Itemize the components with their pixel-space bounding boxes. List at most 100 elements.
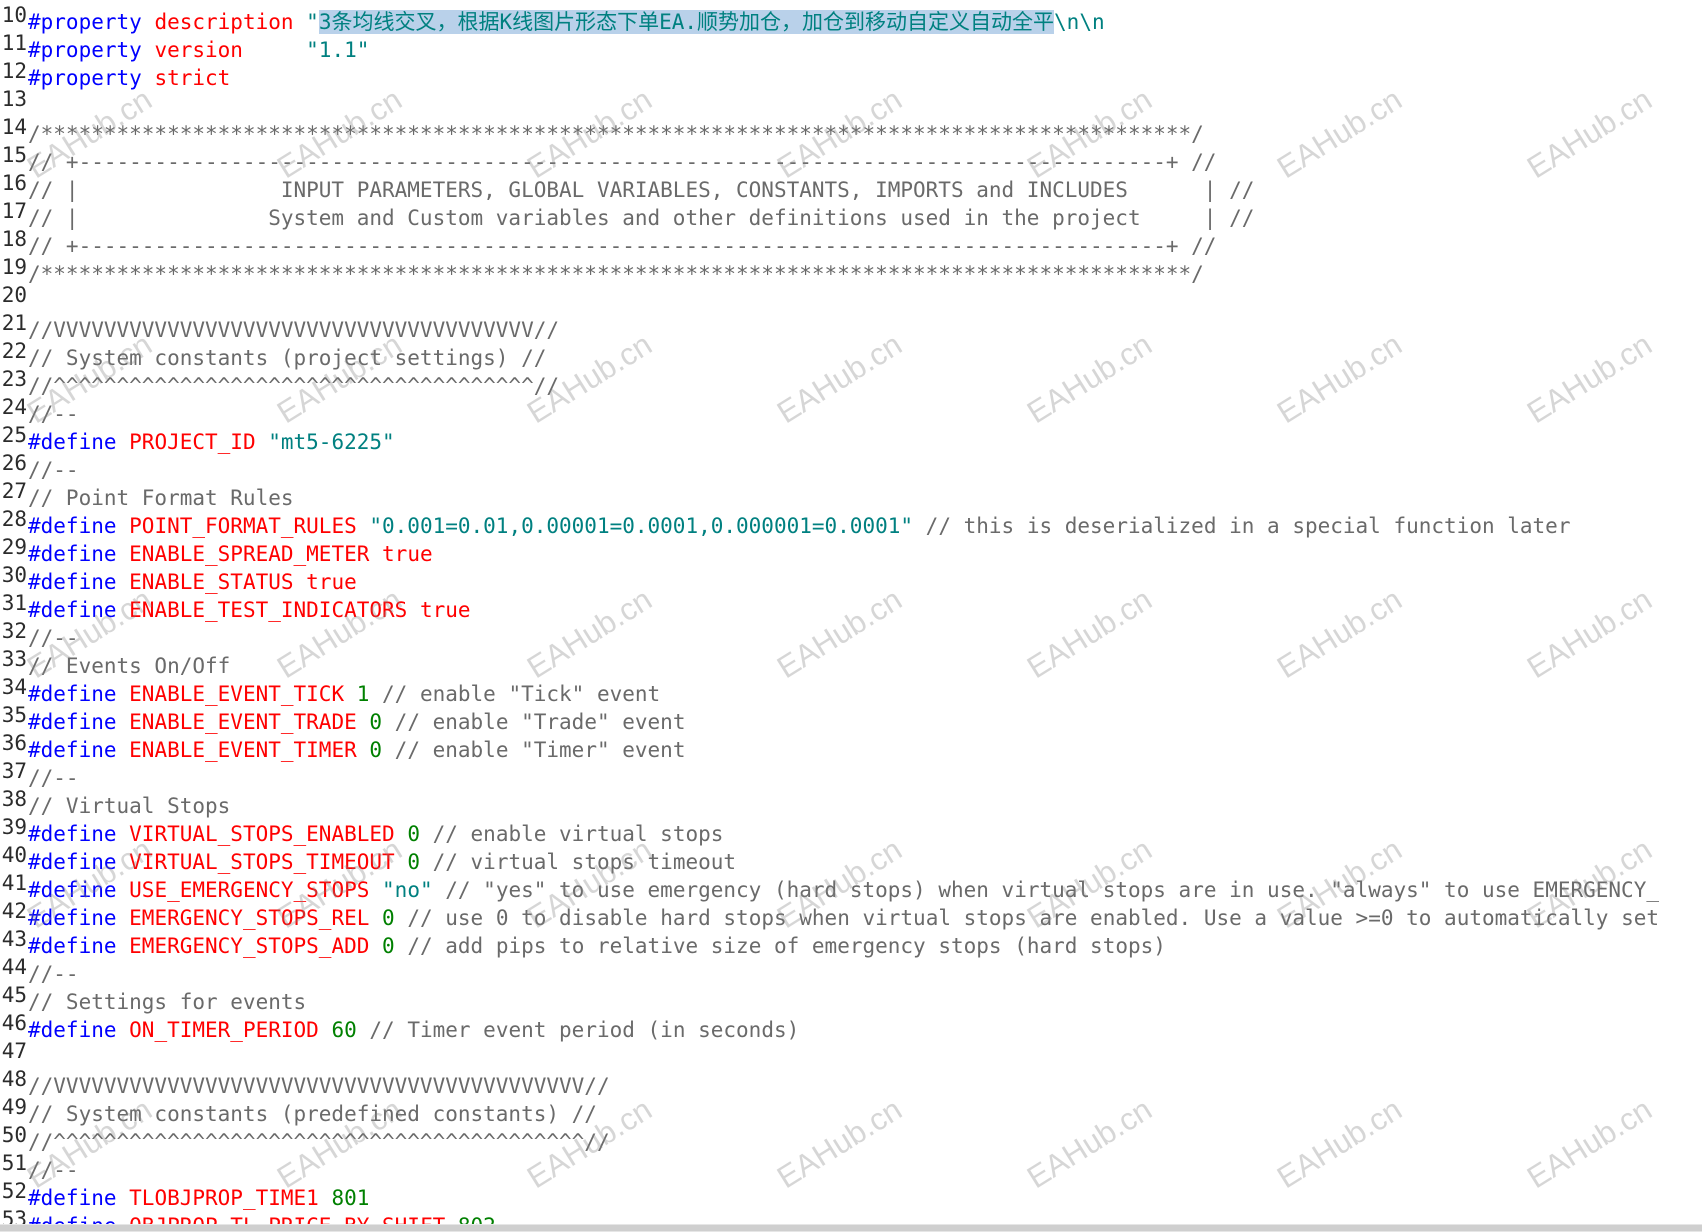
code-token: 0	[369, 738, 383, 762]
code-line[interactable]: 22// System constants (project settings)…	[0, 337, 547, 370]
line-number: 13	[1, 87, 27, 111]
line-number: 47	[1, 1039, 27, 1063]
code-line[interactable]: 36#define ENABLE_EVENT_TIMER 0 // enable…	[0, 729, 686, 762]
horizontal-scrollbar[interactable]	[0, 1224, 1702, 1232]
line-number: 22	[1, 339, 27, 363]
code-line[interactable]: 50//^^^^^^^^^^^^^^^^^^^^^^^^^^^^^^^^^^^^…	[0, 1121, 610, 1154]
line-number: 40	[1, 843, 27, 867]
line-number: 20	[1, 283, 27, 307]
line-number: 21	[1, 311, 27, 335]
code-line[interactable]: 12#property strict	[0, 57, 231, 90]
code-line[interactable]: 27// Point Format Rules	[0, 477, 294, 510]
code-line[interactable]: 14/*************************************…	[0, 113, 1204, 146]
code-text[interactable]: #define ON_TIMER_PERIOD 60 // Timer even…	[27, 1018, 799, 1042]
code-text[interactable]: /***************************************…	[27, 262, 1204, 286]
code-line[interactable]: 41#define USE_EMERGENCY_STOPS "no" // "y…	[0, 869, 1659, 902]
code-line[interactable]: 37//--	[0, 757, 79, 790]
code-line[interactable]: 38// Virtual Stops	[0, 785, 231, 818]
line-number: 18	[1, 227, 27, 251]
line-number: 14	[1, 115, 27, 139]
code-token: // add pips to relative size of emergenc…	[394, 934, 1166, 958]
code-line[interactable]: 13	[0, 85, 28, 113]
code-line[interactable]: 18// +----------------------------------…	[0, 225, 1217, 258]
line-number: 50	[1, 1123, 27, 1147]
code-line[interactable]: 26//--	[0, 449, 79, 482]
line-number: 31	[1, 591, 27, 615]
code-line[interactable]: 35#define ENABLE_EVENT_TRADE 0 // enable…	[0, 701, 686, 734]
code-token: 0	[382, 934, 395, 958]
code-line[interactable]: 43#define EMERGENCY_STOPS_ADD 0 // add p…	[0, 925, 1166, 958]
code-line[interactable]: 46#define ON_TIMER_PERIOD 60 // Timer ev…	[0, 1009, 800, 1042]
code-token: // Timer event period (in seconds)	[356, 1018, 800, 1042]
code-token: ON_TIMER_PERIOD	[129, 1018, 332, 1042]
code-line[interactable]: 10#property description "3条均线交叉，根据K线图片形态…	[0, 1, 1105, 34]
line-number: 16	[1, 171, 27, 195]
line-number: 15	[1, 143, 27, 167]
line-number: 23	[1, 367, 27, 391]
line-number: 52	[1, 1179, 27, 1203]
code-line[interactable]: 11#property version "1.1"	[0, 29, 370, 62]
code-text[interactable]: #define PROJECT_ID "mt5-6225"	[27, 430, 395, 454]
code-line[interactable]: 28#define POINT_FORMAT_RULES "0.001=0.01…	[0, 505, 1571, 538]
code-line[interactable]: 45// Settings for events	[0, 981, 306, 1014]
code-line[interactable]: 29#define ENABLE_SPREAD_METER true	[0, 533, 433, 566]
code-text[interactable]: #property strict	[27, 66, 230, 90]
line-number: 43	[1, 927, 27, 951]
code-line[interactable]: 33// Events On/Off	[0, 645, 231, 678]
code-line[interactable]: 42#define EMERGENCY_STOPS_REL 0 // use 0…	[0, 897, 1659, 930]
code-token: #define	[28, 1018, 130, 1042]
code-text[interactable]: #define ENABLE_TEST_INDICATORS true	[27, 598, 471, 622]
code-token: 60	[331, 1018, 357, 1042]
code-line[interactable]: 47	[0, 1037, 28, 1065]
line-number: 48	[1, 1067, 27, 1091]
code-token: true	[382, 542, 433, 566]
line-number: 32	[1, 619, 27, 643]
line-number: 35	[1, 703, 27, 727]
code-line[interactable]: 52#define TLOBJPROP_TIME1 801	[0, 1177, 370, 1210]
code-token: "0.001=0.01,0.00001=0.0001,0.000001=0.00…	[369, 514, 914, 538]
code-line[interactable]: 32//--	[0, 617, 79, 650]
code-line[interactable]: 39#define VIRTUAL_STOPS_ENABLED 0 // ena…	[0, 813, 724, 846]
line-number: 44	[1, 955, 27, 979]
code-text[interactable]: #define EMERGENCY_STOPS_ADD 0 // add pip…	[27, 934, 1166, 958]
code-text[interactable]: //^^^^^^^^^^^^^^^^^^^^^^^^^^^^^^^^^^^^^^…	[27, 374, 559, 398]
line-number: 46	[1, 1011, 27, 1035]
code-token: // this is deserialized in a special fun…	[913, 514, 1571, 538]
code-line[interactable]: 23//^^^^^^^^^^^^^^^^^^^^^^^^^^^^^^^^^^^^…	[0, 365, 559, 398]
line-number: 51	[1, 1151, 27, 1175]
scrollbar-thumb[interactable]	[0, 1225, 1702, 1231]
code-line[interactable]: 40#define VIRTUAL_STOPS_TIMEOUT 0 // vir…	[0, 841, 736, 874]
line-number: 38	[1, 787, 27, 811]
code-line[interactable]: 30#define ENABLE_STATUS true	[0, 561, 357, 594]
code-line[interactable]: 31#define ENABLE_TEST_INDICATORS true	[0, 589, 471, 622]
code-token: //^^^^^^^^^^^^^^^^^^^^^^^^^^^^^^^^^^^^^^…	[28, 1130, 610, 1154]
line-number: 19	[1, 255, 27, 279]
code-line[interactable]: 24//--	[0, 393, 79, 426]
code-token: 3条均线交叉，根据K线图片形态下单EA.顺势加仓，加仓到移动自定义自动全平	[318, 10, 1055, 34]
code-text[interactable]: //^^^^^^^^^^^^^^^^^^^^^^^^^^^^^^^^^^^^^^…	[27, 1130, 610, 1154]
code-line[interactable]: 48//VVVVVVVVVVVVVVVVVVVVVVVVVVVVVVVVVVVV…	[0, 1065, 610, 1098]
code-line[interactable]: 17// | System and Custom variables and o…	[0, 197, 1255, 230]
line-number: 34	[1, 675, 27, 699]
code-text[interactable]: #define ENABLE_EVENT_TIMER 0 // enable "…	[27, 738, 685, 762]
line-number: 39	[1, 815, 27, 839]
code-line[interactable]: 25#define PROJECT_ID "mt5-6225"	[0, 421, 395, 454]
code-line[interactable]: 51//--	[0, 1149, 79, 1182]
line-number: 26	[1, 451, 27, 475]
code-line[interactable]: 44//--	[0, 953, 79, 986]
code-token: strict	[154, 66, 231, 90]
code-line[interactable]: 19/*************************************…	[0, 253, 1204, 286]
code-line[interactable]: 20	[0, 281, 28, 309]
code-token: /***************************************…	[28, 262, 1204, 286]
code-line[interactable]: 21//VVVVVVVVVVVVVVVVVVVVVVVVVVVVVVVVVVVV…	[0, 309, 559, 342]
code-line[interactable]: 15// +----------------------------------…	[0, 141, 1217, 174]
line-number: 37	[1, 759, 27, 783]
line-number: 49	[1, 1095, 27, 1119]
line-number: 12	[1, 59, 27, 83]
code-line[interactable]: 16// | INPUT PARAMETERS, GLOBAL VARIABLE…	[0, 169, 1255, 202]
code-editor[interactable]: 10#property description "3条均线交叉，根据K线图片形态…	[0, 0, 1702, 1232]
line-number: 42	[1, 899, 27, 923]
code-line[interactable]: 49// System constants (predefined consta…	[0, 1093, 597, 1126]
code-line[interactable]: 34#define ENABLE_EVENT_TICK 1 // enable …	[0, 673, 660, 706]
line-number: 33	[1, 647, 27, 671]
